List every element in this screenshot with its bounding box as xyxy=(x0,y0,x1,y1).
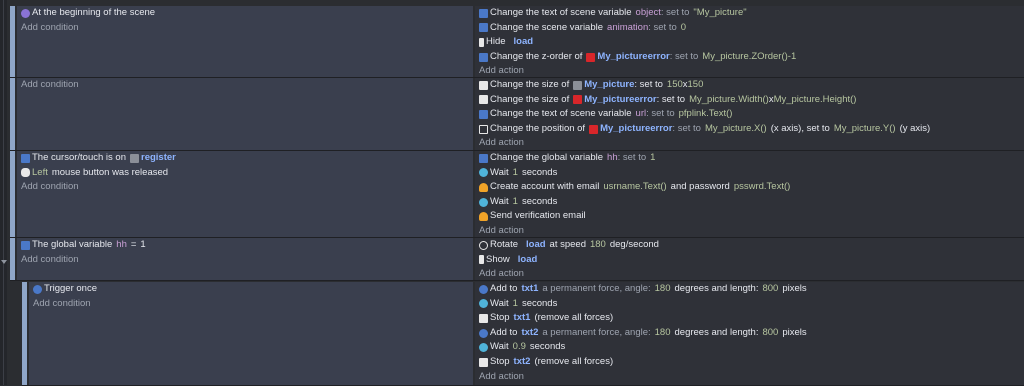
show-icon xyxy=(479,255,484,265)
scene-variable-icon xyxy=(479,23,488,33)
text-variable-icon xyxy=(479,109,488,119)
conditions-column[interactable]: Trigger once Add condition xyxy=(29,282,473,385)
object-thumbnail-icon xyxy=(573,80,583,90)
action-row[interactable]: Change the text of scene variable object:… xyxy=(475,6,1024,21)
event-block[interactable]: The cursor/touch is on register Left mouse… xyxy=(10,151,1024,238)
force-icon xyxy=(479,328,488,338)
variable-name: object xyxy=(635,7,661,18)
timer-icon xyxy=(479,299,488,309)
outer-gutter xyxy=(0,0,7,385)
scene-start-icon xyxy=(21,8,30,18)
action-row[interactable]: Stop txt1 (remove all forces) xyxy=(475,311,1024,326)
event-block[interactable]: At the beginning of the scene Add condit… xyxy=(10,6,1024,78)
action-row[interactable]: Wait 1 seconds xyxy=(475,195,1024,210)
action-row[interactable]: Stop txt2 (remove all forces) xyxy=(475,355,1024,370)
action-row[interactable]: Wait 1 seconds xyxy=(475,297,1024,312)
stop-forces-icon xyxy=(479,313,488,323)
actions-column[interactable]: Add to txt1 a permanent force, angle: 180 de… xyxy=(475,282,1024,385)
add-condition-link[interactable]: Add condition xyxy=(29,297,473,312)
conditions-column[interactable]: The cursor/touch is on register Left mouse… xyxy=(17,151,473,237)
action-row[interactable]: Wait 1 seconds xyxy=(475,166,1024,181)
actions-column[interactable]: Change the global variable hh: set to 1 Wa… xyxy=(475,151,1024,237)
condition-row[interactable]: Left mouse button was released xyxy=(17,166,473,181)
action-row[interactable]: Rotate load at speed 180 deg/second xyxy=(475,238,1024,253)
add-action-link[interactable]: Add action xyxy=(475,64,1024,79)
action-row[interactable]: Send verification email xyxy=(475,209,1024,224)
firebase-icon xyxy=(479,212,488,222)
condition-row[interactable]: Trigger once xyxy=(29,282,473,297)
add-action-link[interactable]: Add action xyxy=(475,136,1024,151)
action-row[interactable]: Change the text of scene variable url: se… xyxy=(475,107,1024,122)
actions-column[interactable]: Change the text of scene variable object:… xyxy=(475,6,1024,77)
trigger-once-icon xyxy=(33,284,42,294)
force-icon xyxy=(479,284,488,294)
add-action-link[interactable]: Add action xyxy=(475,224,1024,239)
condition-row[interactable]: The global variable hh = 1 xyxy=(17,238,473,253)
firebase-icon xyxy=(479,182,488,192)
timer-icon xyxy=(479,343,488,353)
action-row[interactable]: Show load xyxy=(475,253,1024,268)
add-condition-link[interactable]: Add condition xyxy=(17,180,473,195)
action-row[interactable]: Wait 0.9 seconds xyxy=(475,340,1024,355)
action-row[interactable]: Create account with email usrname.Text() a… xyxy=(475,180,1024,195)
condition-row[interactable]: The cursor/touch is on register xyxy=(17,151,473,166)
actions-column[interactable]: Rotate load at speed 180 deg/second Show load… xyxy=(475,238,1024,280)
resize-icon xyxy=(479,95,488,105)
collapse-arrow-icon[interactable] xyxy=(1,260,7,264)
action-row[interactable]: Change the position of My_pictureerror: s… xyxy=(475,122,1024,137)
event-block[interactable]: Add condition Change the size of My_pictu… xyxy=(10,78,1024,151)
timer-icon xyxy=(479,197,488,207)
gutter-line xyxy=(3,0,4,385)
resize-icon xyxy=(479,80,488,90)
action-row[interactable]: Change the size of My_pictureerror: set t… xyxy=(475,93,1024,108)
timer-icon xyxy=(479,168,488,178)
action-row[interactable]: Add to txt1 a permanent force, angle: 180 de… xyxy=(475,282,1024,297)
text-variable-icon xyxy=(479,8,488,18)
action-row[interactable]: Change the global variable hh: set to 1 xyxy=(475,151,1024,166)
cursor-icon xyxy=(21,153,30,163)
event-bar[interactable] xyxy=(10,6,15,77)
action-row[interactable]: Hide load xyxy=(475,35,1024,50)
conditions-column[interactable]: Add condition xyxy=(17,78,473,150)
action-row[interactable]: Change the scene variable animation: set … xyxy=(475,21,1024,36)
conditions-column[interactable]: The global variable hh = 1 Add condition xyxy=(17,238,473,280)
object-thumbnail-icon xyxy=(573,95,583,105)
object-thumbnail-icon xyxy=(589,124,599,134)
stop-forces-icon xyxy=(479,357,488,367)
object-thumbnail-icon xyxy=(130,153,139,163)
mouse-icon xyxy=(21,168,30,178)
condition-row[interactable]: At the beginning of the scene xyxy=(17,6,473,21)
action-row[interactable]: Change the size of My_picture: set to 150 x… xyxy=(475,78,1024,93)
sub-event-block[interactable]: Trigger once Add condition Add to txt1 a p… xyxy=(22,282,1024,386)
add-condition-link[interactable]: Add condition xyxy=(17,78,473,93)
conditions-column[interactable]: At the beginning of the scene Add condit… xyxy=(17,6,473,77)
add-condition-link[interactable]: Add condition xyxy=(17,21,473,36)
action-row[interactable]: Add to txt2 a permanent force, angle: 180 de… xyxy=(475,326,1024,341)
event-bar[interactable] xyxy=(10,238,15,280)
hide-icon xyxy=(479,37,484,47)
action-row[interactable]: Change the z-order of My_pictureerror: se… xyxy=(475,50,1024,65)
object-thumbnail-icon xyxy=(586,52,596,62)
event-bar[interactable] xyxy=(10,78,15,150)
event-block[interactable]: The global variable hh = 1 Add condition Ro… xyxy=(10,238,1024,281)
actions-column[interactable]: Change the size of My_picture: set to 150 x… xyxy=(475,78,1024,150)
global-variable-icon xyxy=(21,240,30,250)
position-icon xyxy=(479,124,488,134)
global-variable-icon xyxy=(479,153,488,163)
add-action-link[interactable]: Add action xyxy=(475,370,1024,385)
event-bar[interactable] xyxy=(10,151,15,237)
rotate-icon xyxy=(479,240,488,250)
event-bar[interactable] xyxy=(22,282,27,385)
z-order-icon xyxy=(479,52,488,62)
add-action-link[interactable]: Add action xyxy=(475,267,1024,282)
add-condition-link[interactable]: Add condition xyxy=(17,253,473,268)
